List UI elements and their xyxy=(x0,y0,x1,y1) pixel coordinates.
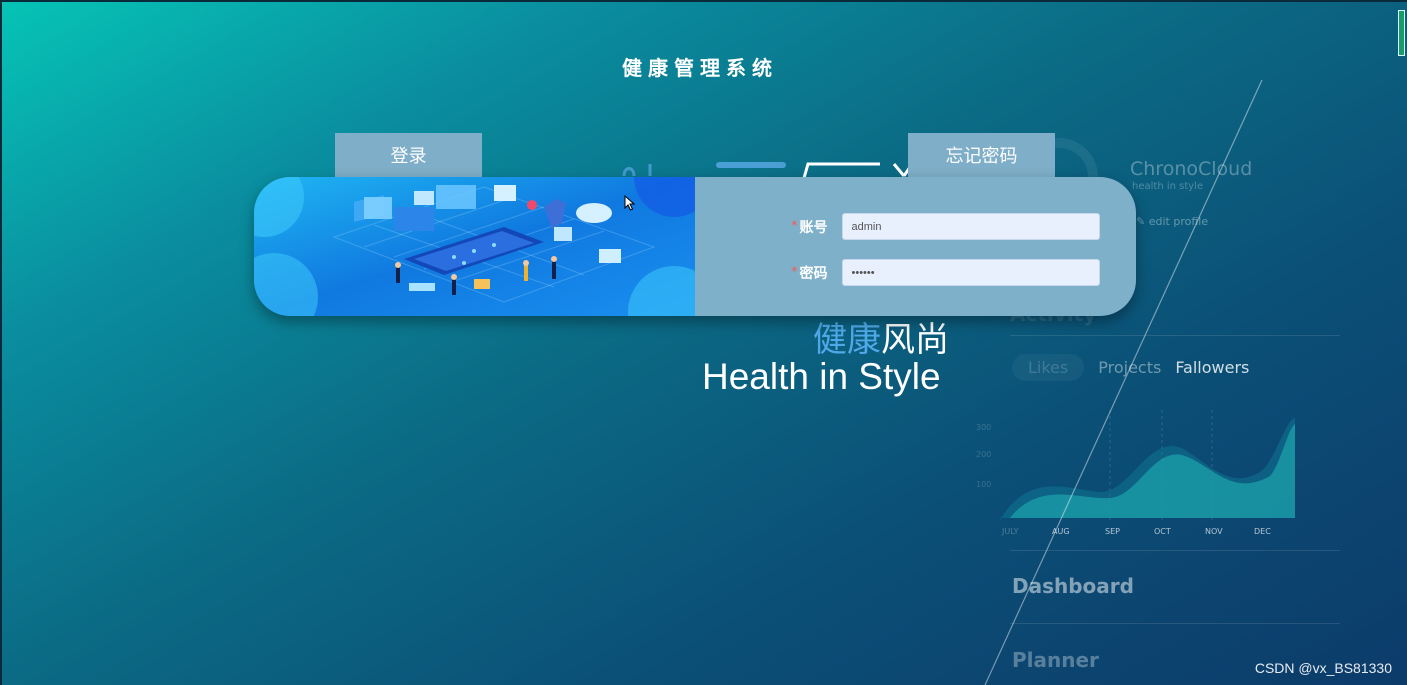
tab-login[interactable]: 登录 xyxy=(335,133,482,177)
app-title: 健康管理系统 xyxy=(622,56,778,80)
window-top-border xyxy=(0,0,1407,2)
scroll-indicator[interactable] xyxy=(1398,10,1405,56)
account-input[interactable] xyxy=(841,213,1100,240)
password-label: 密码 xyxy=(799,265,828,282)
slogan-chinese: 健康风尚 xyxy=(813,312,949,361)
tab-forgot-password[interactable]: 忘记密码 xyxy=(908,133,1055,177)
password-row: * 密码 xyxy=(791,259,1100,286)
watermark: CSDN @vx_BS81330 xyxy=(1254,660,1392,676)
decor-glyph xyxy=(622,164,652,177)
login-form: * 账号 * 密码 xyxy=(695,177,1136,316)
required-mark: * xyxy=(791,265,798,280)
slogan-highlight: 健康 xyxy=(813,320,881,360)
account-label: 账号 xyxy=(799,219,828,236)
slogan-rest: 风尚 xyxy=(881,320,949,360)
password-input[interactable] xyxy=(841,259,1100,286)
login-card: * 账号 * 密码 xyxy=(254,177,1136,316)
account-row: * 账号 xyxy=(791,213,1100,240)
mouse-cursor-icon xyxy=(624,195,636,211)
required-mark: * xyxy=(791,219,798,234)
decor-bar xyxy=(716,162,786,168)
window-left-border xyxy=(0,0,2,685)
slogan-english: Health in Style xyxy=(702,356,941,397)
